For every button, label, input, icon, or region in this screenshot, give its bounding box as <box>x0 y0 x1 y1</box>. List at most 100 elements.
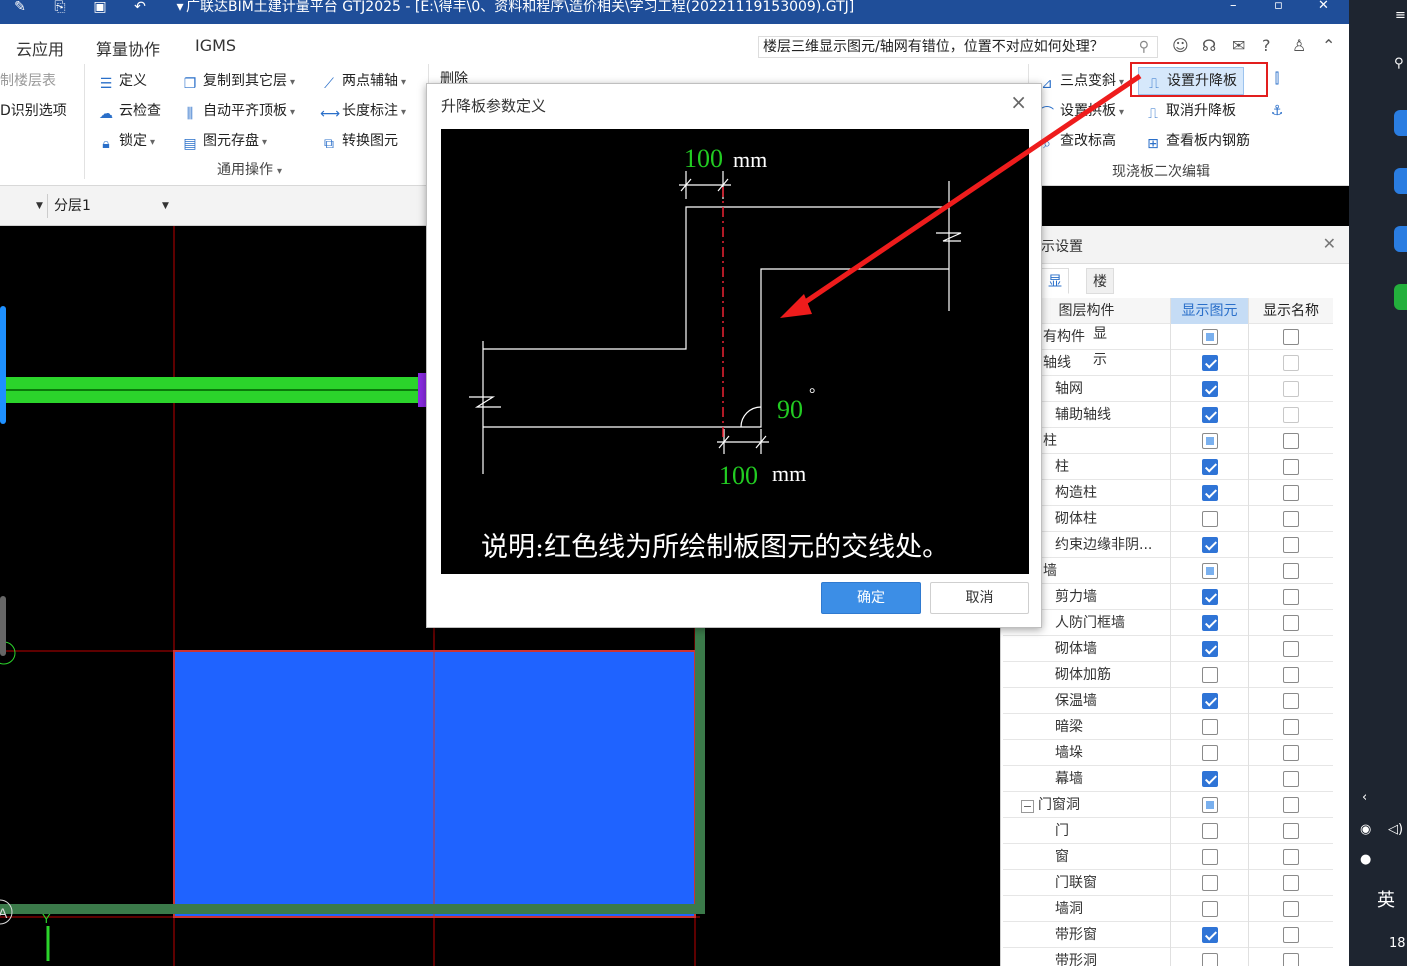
shirt-icon[interactable]: ♙ <box>1292 36 1306 55</box>
search-icon[interactable]: ⚲ <box>1139 37 1149 57</box>
show-element-checkbox[interactable] <box>1201 797 1218 813</box>
table-row[interactable]: 窗 <box>1003 844 1333 870</box>
cancel-raised-slab-button[interactable]: ⎍ 取消升降板 <box>1144 100 1236 122</box>
wechat-tray-icon[interactable]: ● <box>1360 852 1371 867</box>
ok-button[interactable]: 确定 <box>821 582 921 614</box>
header-show-name[interactable]: 显示名称 <box>1249 298 1333 324</box>
app-icon[interactable] <box>1394 226 1407 252</box>
show-name-checkbox[interactable] <box>1283 511 1299 527</box>
search-icon[interactable]: ⚲ <box>1394 56 1404 71</box>
side-handle[interactable] <box>0 596 6 656</box>
save-icon[interactable]: ▣ <box>80 0 120 24</box>
show-name-checkbox[interactable] <box>1283 641 1299 657</box>
collapse-ribbon-icon[interactable]: ⌃ <box>1322 36 1335 55</box>
view-slab-rebar-button[interactable]: ⊞ 查看板内钢筋 <box>1144 130 1250 152</box>
show-name-checkbox[interactable] <box>1283 875 1299 891</box>
table-row[interactable]: 约束边缘非阴... <box>1003 532 1333 558</box>
table-row[interactable]: 带形窗 <box>1003 922 1333 948</box>
define-button[interactable]: ☰ 定义 <box>97 70 147 92</box>
show-element-checkbox[interactable] <box>1201 381 1218 397</box>
length-dim-button[interactable]: ⟷ 长度标注 ▾ <box>320 100 406 122</box>
floor-table-button[interactable]: 制楼层表 <box>0 70 56 90</box>
browser-icon[interactable] <box>1394 168 1407 194</box>
menu-igms[interactable]: IGMS <box>195 36 236 55</box>
ime-indicator[interactable]: 英 <box>1377 886 1395 912</box>
chat-icon[interactable]: ✉ <box>1232 36 1245 55</box>
table-row[interactable]: 砌体加筋 <box>1003 662 1333 688</box>
show-name-checkbox[interactable] <box>1283 797 1299 813</box>
table-row[interactable]: − 门窗洞 <box>1003 792 1333 818</box>
wechat-icon[interactable] <box>1394 284 1407 310</box>
undo-icon[interactable]: ↶ <box>120 0 160 24</box>
tab-display[interactable]: 显示 <box>1041 268 1069 316</box>
close-icon[interactable]: × <box>1010 90 1027 114</box>
chevron-left-icon[interactable]: ‹ <box>1362 790 1367 805</box>
show-name-checkbox[interactable] <box>1283 927 1299 943</box>
table-row[interactable]: 保温墙 <box>1003 688 1333 714</box>
help-search-input[interactable]: 楼层三维显示图元/轴网有错位，位置不对应如何处理？ ⚲ <box>758 36 1158 58</box>
table-row[interactable]: 柱 <box>1003 454 1333 480</box>
clock[interactable]: 18 <box>1389 936 1406 951</box>
show-element-checkbox[interactable] <box>1201 407 1218 423</box>
table-row[interactable]: 带形洞 <box>1003 948 1333 966</box>
show-name-checkbox[interactable] <box>1283 433 1299 449</box>
show-name-checkbox[interactable] <box>1283 953 1299 966</box>
table-row[interactable]: 辅助轴线 <box>1003 402 1333 428</box>
table-row[interactable]: 门 <box>1003 818 1333 844</box>
show-name-checkbox[interactable] <box>1283 485 1299 501</box>
show-name-checkbox[interactable] <box>1283 693 1299 709</box>
minimize-button[interactable]: – <box>1230 0 1237 12</box>
show-name-checkbox[interactable] <box>1283 537 1299 553</box>
bottom-width-value[interactable]: 100 <box>719 461 758 490</box>
element-save-button[interactable]: ▤ 图元存盘 ▾ <box>181 130 267 152</box>
three-point-slope-button[interactable]: ⊿ 三点变斜 ▾ <box>1038 70 1124 92</box>
wall-element[interactable] <box>0 904 700 914</box>
tab-floor-display[interactable]: 楼层显示 <box>1086 268 1114 368</box>
floor-dropdown[interactable]: ▼ <box>0 194 48 218</box>
side-handle[interactable] <box>0 306 6 424</box>
show-element-checkbox[interactable] <box>1201 901 1218 917</box>
angle-value[interactable]: 90 <box>777 395 803 424</box>
table-row[interactable]: 暗梁 <box>1003 714 1333 740</box>
edge-icon[interactable] <box>1394 110 1407 136</box>
show-name-checkbox[interactable] <box>1283 329 1299 345</box>
show-element-checkbox[interactable] <box>1201 823 1218 839</box>
show-name-checkbox[interactable] <box>1283 719 1299 735</box>
show-element-checkbox[interactable] <box>1201 563 1218 579</box>
headset-icon[interactable]: ☊ <box>1202 36 1216 55</box>
show-element-checkbox[interactable] <box>1201 719 1218 735</box>
show-element-checkbox[interactable] <box>1201 459 1218 475</box>
two-point-axis-button[interactable]: ⟋ 两点辅轴 ▾ <box>320 70 406 92</box>
show-element-checkbox[interactable] <box>1201 485 1218 501</box>
show-element-checkbox[interactable] <box>1201 537 1218 553</box>
table-row[interactable]: 构造柱 <box>1003 480 1333 506</box>
cloud-check-button[interactable]: ☁ 云检查 <box>97 100 161 122</box>
show-element-checkbox[interactable] <box>1201 927 1218 943</box>
common-ops-group-label[interactable]: 通用操作 ▾ <box>217 159 282 179</box>
show-element-checkbox[interactable] <box>1201 771 1218 787</box>
layer-dropdown[interactable]: 分层1 ▼ <box>50 194 174 218</box>
lock-button[interactable]: 🔒︎ 锁定 ▾ <box>97 130 155 152</box>
show-element-checkbox[interactable] <box>1201 355 1218 371</box>
menu-lines-icon[interactable]: ≡ <box>1395 8 1406 23</box>
show-element-checkbox[interactable] <box>1201 849 1218 865</box>
show-name-checkbox[interactable] <box>1283 771 1299 787</box>
chrome-icon[interactable]: ◉ <box>1360 822 1371 837</box>
table-row[interactable]: 墙洞 <box>1003 896 1333 922</box>
help-icon[interactable]: ? <box>1262 36 1271 55</box>
wall-element[interactable] <box>695 621 705 914</box>
user-icon[interactable]: ☺ <box>1172 36 1189 55</box>
view-elevation-button[interactable]: ⌕ 查改标高 <box>1038 130 1116 152</box>
set-arch-slab-button[interactable]: ⌒ 设置拱板 ▾ <box>1038 100 1124 122</box>
show-element-checkbox[interactable] <box>1201 667 1218 683</box>
restore-button[interactable]: ▫ <box>1274 0 1283 12</box>
volume-icon[interactable]: ◁) <box>1388 822 1403 837</box>
show-element-checkbox[interactable] <box>1201 511 1218 527</box>
auto-align-top-button[interactable]: ⫼ 自动平齐顶板 ▾ <box>181 100 295 122</box>
menu-cloud-app[interactable]: 云应用 <box>16 36 64 60</box>
table-row[interactable]: 墙垛 <box>1003 740 1333 766</box>
edit-icon[interactable]: ✎ <box>0 0 40 24</box>
top-width-value[interactable]: 100 <box>684 144 723 173</box>
show-element-checkbox[interactable] <box>1201 745 1218 761</box>
edit2-icon[interactable]: ⎘ <box>40 0 80 24</box>
